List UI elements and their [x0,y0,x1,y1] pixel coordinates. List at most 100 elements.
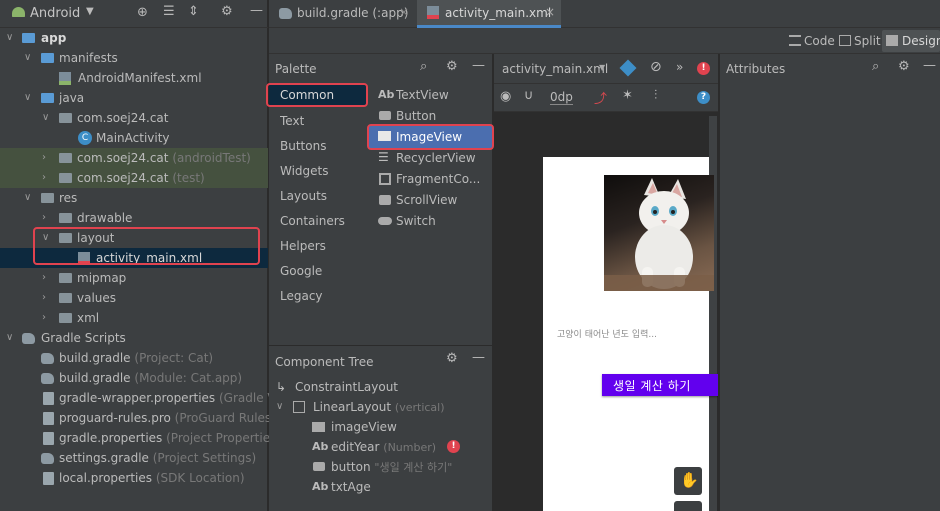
tree-item-build-gradle-module[interactable]: build.gradle (Module: Cat.app) [0,368,268,388]
expand-all-icon[interactable]: ☰ [163,4,175,19]
minimize-icon[interactable]: — [472,58,485,73]
close-icon[interactable]: × [399,5,409,19]
minimize-icon[interactable]: — [472,350,485,365]
settings-gear-icon[interactable]: ⚙ [446,59,458,74]
folder-icon [41,93,54,103]
palette-category-layouts[interactable]: Layouts [280,189,327,203]
chevron-right-icon[interactable]: › [42,148,46,168]
chevron-right-icon[interactable]: › [42,168,46,188]
tree-item-app[interactable]: ∨ app [0,28,268,48]
tree-item-androidmanifest[interactable]: AndroidManifest.xml [0,68,268,88]
birthday-calc-button[interactable]: 생일 계산 하기 [602,374,718,396]
textview-icon: Ab [312,480,329,493]
node-label: txtAge [331,480,371,494]
tree-item-label: gradle-wrapper.properties [59,391,216,405]
cat-image[interactable] [604,175,714,291]
chevron-down-icon[interactable]: ∨ [24,188,31,208]
palette-widget-fragmentcontainer[interactable]: FragmentCo... [378,171,493,189]
error-icon[interactable]: ! [447,440,460,453]
design-canvas[interactable]: 고양이 태어난 년도 입력... 생일 계산 하기 ✋ [494,112,718,511]
tree-node-edityear[interactable]: Ab editYear (Number) ! [276,437,486,457]
chevron-down-icon[interactable]: ∨ [42,108,49,128]
tree-item-build-gradle-project[interactable]: build.gradle (Project: Cat) [0,348,268,368]
palette-category-legacy[interactable]: Legacy [280,289,323,303]
device-screen[interactable]: 고양이 태어난 년도 입력... 생일 계산 하기 ✋ [543,157,718,511]
tree-item-manifests[interactable]: ∨ manifests [0,48,268,68]
tree-item-proguard[interactable]: proguard-rules.pro (ProGuard Rules for [0,408,291,428]
tree-item-values[interactable]: › values [0,288,268,308]
chevron-right-icon[interactable]: › [42,308,46,328]
settings-gear-icon[interactable]: ⚙ [221,4,233,19]
properties-file-icon [43,472,54,485]
tree-item-local-properties[interactable]: local.properties (SDK Location) [0,468,268,488]
minimize-icon[interactable]: — [250,3,263,18]
constraint-layout-icon: ↳ [276,380,287,394]
error-icon[interactable]: ! [697,62,710,75]
dropdown-arrow-icon[interactable]: ▼ [86,6,94,17]
tab-build-gradle[interactable]: build.gradle (:app) × [269,0,415,28]
tree-item-gradle-properties[interactable]: gradle.properties (Project Properties) [0,428,281,448]
default-margin[interactable]: 0dp [550,90,573,105]
chevron-right-icon[interactable]: › [42,288,46,308]
tab-activity-main[interactable]: activity_main.xml × [417,0,561,28]
tree-item-java[interactable]: ∨ java [0,88,268,108]
palette-widget-scrollview[interactable]: ScrollView [378,192,493,210]
widget-label: Button [396,109,437,123]
chevron-down-icon[interactable]: ∨ [276,397,283,417]
design-surface-icon[interactable] [619,59,637,77]
tree-item-package-androidtest[interactable]: › com.soej24.cat (androidTest) [0,148,268,168]
guidelines-icon[interactable]: ⫶ [654,88,657,103]
edit-year-hint[interactable]: 고양이 태어난 년도 입력... [557,327,657,340]
palette-category-buttons[interactable]: Buttons [280,139,326,153]
help-icon[interactable]: ? [697,91,710,104]
chevron-right-icon[interactable]: › [42,208,46,228]
tree-item-settings-gradle[interactable]: settings.gradle (Project Settings) [0,448,268,468]
chevron-down-icon[interactable]: ∨ [6,328,13,348]
code-mode-button[interactable]: Code [804,34,835,48]
collapse-all-icon[interactable]: ⇕ [188,4,199,19]
infer-constraints-icon[interactable]: ✶ [622,88,633,103]
chevron-right-icon[interactable]: › [42,268,46,288]
settings-gear-icon[interactable]: ⚙ [898,59,910,74]
settings-gear-icon[interactable]: ⚙ [446,351,458,366]
overflow-icon[interactable]: » [676,60,683,74]
tree-item-res[interactable]: ∨ res [0,188,268,208]
design-mode-button[interactable]: Design [882,30,940,52]
close-icon[interactable]: × [545,5,555,19]
split-mode-button[interactable]: Split [854,34,881,48]
dropdown-arrow-icon[interactable]: ▼ [599,63,605,72]
eye-icon[interactable]: ◉ [500,89,511,104]
tree-item-xml[interactable]: › xml [0,308,268,328]
zoom-button[interactable] [674,501,702,511]
pan-button[interactable]: ✋ [674,467,702,495]
locate-icon[interactable]: ⊕ [137,5,148,20]
clear-constraints-icon[interactable]: ⤴ [594,88,607,107]
tree-item-drawable[interactable]: › drawable [0,208,268,228]
tree-item-mipmap[interactable]: › mipmap [0,268,268,288]
tree-item-gradle-scripts[interactable]: ∨ Gradle Scripts [0,328,268,348]
chevron-down-icon[interactable]: ∨ [24,48,31,68]
palette-category-containers[interactable]: Containers [280,214,345,228]
minimize-icon[interactable]: — [923,58,936,73]
palette-category-google[interactable]: Google [280,264,322,278]
palette-category-widgets[interactable]: Widgets [280,164,329,178]
file-selector[interactable]: activity_main.xml [502,62,608,76]
search-icon[interactable]: ⌕ [872,59,879,74]
palette-widget-textview[interactable]: Ab TextView [378,87,493,105]
chevron-down-icon[interactable]: ∨ [24,88,31,108]
palette-title: Palette [275,62,317,76]
tree-item-package-main[interactable]: ∨ com.soej24.cat [0,108,268,128]
palette-widget-recyclerview[interactable]: ☰ RecyclerView [378,150,493,168]
properties-file-icon [43,392,54,405]
tree-item-gradle-wrapper[interactable]: gradle-wrapper.properties (Gradle Versi [0,388,297,408]
palette-widget-switch[interactable]: Switch [378,213,493,231]
tree-item-package-test[interactable]: › com.soej24.cat (test) [0,168,268,188]
search-icon[interactable]: ⌕ [420,59,427,74]
view-selector[interactable]: Android [30,6,80,21]
palette-category-helpers[interactable]: Helpers [280,239,326,253]
chevron-down-icon[interactable]: ∨ [6,28,13,48]
magnet-icon[interactable]: ∪ [524,88,534,103]
orientation-icon[interactable]: ⊘ [650,59,662,75]
palette-category-text[interactable]: Text [280,114,304,128]
tree-item-mainactivity[interactable]: C MainActivity [0,128,268,148]
